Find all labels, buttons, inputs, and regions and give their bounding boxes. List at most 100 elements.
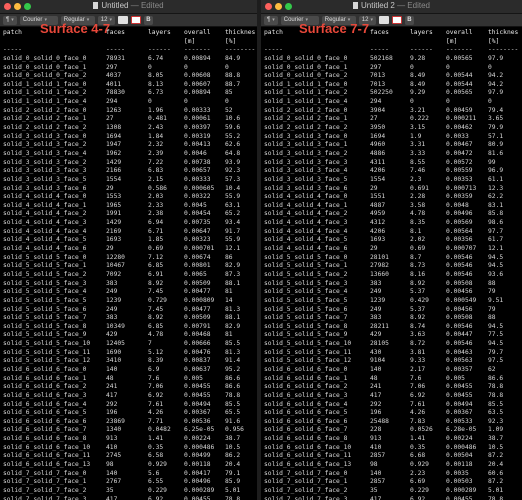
table-row: solid_4_solid_4_face_6 29 0.69 0.000701 12.1: [3, 245, 257, 254]
table-row-cell: 55.2: [225, 132, 241, 140]
table-row-cell: 2.17: [410, 365, 426, 373]
table-units-row-cell: [264, 38, 370, 47]
table-row-cell: solid_2_solid_2_face_1: [264, 115, 348, 123]
table-units-row-cell: [%]: [225, 37, 237, 45]
text-color-swatch[interactable]: [378, 16, 389, 24]
table-row-cell: 6.92: [410, 495, 426, 500]
background-color-swatch[interactable]: [130, 16, 141, 24]
table-row-cell: 0.229: [148, 486, 167, 494]
table-row-cell: 7: [148, 340, 152, 348]
table-row-cell: solid_5_solid_5_face_12: [264, 357, 352, 365]
table-row: solid_3_solid_3_face_4 4206 7.46 0.00559 96.…: [264, 167, 522, 176]
table-row-cell: solid_5_solid_5_face_3: [3, 279, 87, 287]
table-row-cell: 0.00608: [184, 72, 211, 80]
table-row: solid_5_solid_5_face_5 1239 0.429 0.000549 9…: [264, 297, 522, 306]
table-row-cell: 0.00118: [446, 461, 473, 469]
table-row-cell: solid_5_solid_5_face_7: [3, 314, 87, 322]
table-row-cell: 249: [106, 288, 118, 296]
background-color-swatch[interactable]: [391, 16, 402, 24]
table-row-cell: 87.3: [225, 270, 241, 278]
table-row-cell: 86: [225, 253, 233, 261]
table-units-row-cell: [m]: [446, 37, 458, 45]
table-row-cell: 1694: [106, 132, 122, 140]
table-row: solid_0_solid_0_face_2 4037 8.05 0.00608 88.…: [3, 72, 257, 81]
table-row-cell: 35: [370, 486, 378, 494]
table-row-cell: 8.55: [410, 158, 426, 166]
table-row: solid_5_solid_5_face_5 1239 0.729 0.000809 1…: [3, 297, 257, 306]
table-row: solid_5_solid_5_face_10 28105 8.72 0.00546 9…: [264, 340, 522, 349]
table-row-cell: 94.5: [488, 262, 504, 270]
table-row-cell: 88: [488, 279, 496, 287]
table-units-row-cell: [148, 38, 184, 47]
table-row-cell: 94.2: [488, 80, 504, 88]
table-row: solid_0_solid_0_face_0 78931 6.74 0.00894 84…: [3, 55, 257, 64]
table-row-cell: 0.00546: [446, 322, 473, 330]
bold-button[interactable]: B: [143, 15, 153, 25]
table-row-cell: 63.5: [488, 409, 504, 417]
table-row: solid_3_solid_3_face_3 2166 6.83 0.00657 92.…: [3, 167, 257, 176]
table-row-cell: 7.61: [410, 400, 426, 408]
table-row: solid_3_solid_3_face_3 4311 8.55 0.00572 99: [264, 159, 522, 168]
table-row-cell: 12405: [106, 340, 125, 348]
table-row-cell: 6.74: [148, 54, 164, 62]
table-row-cell: 97.9: [488, 54, 504, 62]
table-row-cell: 2.03: [148, 193, 164, 201]
table-row: solid_7_solid_7_face_2 35 0.229 0.000289 5.0…: [3, 487, 257, 496]
table-row-cell: 94.5: [488, 253, 504, 261]
table-row-cell: 0.000605: [184, 184, 215, 192]
table-row-cell: 2169: [106, 227, 122, 235]
table-row-cell: 82.9: [225, 262, 241, 270]
table-row-cell: 0.956: [225, 426, 244, 434]
table-row-cell: 0.000701: [184, 245, 215, 253]
table-row-cell: 0.00468: [184, 331, 211, 339]
table-row-cell: 8.73: [410, 262, 426, 270]
table-row-cell: 88: [488, 314, 496, 322]
table-row-cell: solid_5_solid_5_face_12: [3, 357, 91, 365]
document-text-area[interactable]: patchfaceslayersoverallthickness[m][%]--…: [261, 27, 522, 500]
table-row-cell: 98.6: [488, 219, 504, 227]
table-row-cell: 0.00837: [184, 357, 211, 365]
table-row-cell: 8.92: [148, 314, 164, 322]
table-row-cell: 4312: [370, 219, 386, 227]
table-row-cell: 0.222: [410, 115, 429, 123]
table-row: solid_2_solid_2_face_2 1308 2.43 0.00397 59.…: [3, 124, 257, 133]
paragraph-style-select[interactable]: ¶ ▾: [3, 15, 17, 25]
table-row-cell: 0.0048: [446, 201, 469, 209]
table-row-cell: solid_5_solid_5_face_4: [3, 288, 87, 296]
title-bar[interactable]: Untitled 2 — Edited: [261, 0, 522, 14]
table-row-cell: 4206: [370, 227, 386, 235]
table-row-cell: 91.7: [225, 227, 241, 235]
table-row: solid_4_solid_4_face_3 4312 8.35 0.00569 98.…: [264, 219, 522, 228]
table-row-cell: 4.78: [148, 331, 164, 339]
table-row: solid_4_solid_4_face_6 29 0.69 0.000707 12.1: [264, 245, 522, 254]
chevron-down-icon: ▾: [11, 16, 14, 23]
table-row-cell: solid_6_solid_6_face_2: [3, 383, 87, 391]
title-bar[interactable]: Untitled — Edited: [0, 0, 257, 14]
table-row-cell: 62.2: [488, 193, 504, 201]
document-text-area[interactable]: patchfaceslayersoverallthickness[m][%]--…: [0, 27, 257, 500]
bold-button[interactable]: B: [404, 15, 414, 25]
table-row-cell: 86.6: [225, 374, 241, 382]
table-row-cell: solid_3_solid_3_face_2: [264, 149, 348, 157]
table-row-cell: solid_6_solid_6_face_13: [264, 461, 352, 469]
table-row-cell: 0.000289: [446, 486, 477, 494]
table-row-cell: 2745: [106, 452, 122, 460]
table-row-cell: 0.00319: [184, 132, 211, 140]
table-row-cell: solid_4_solid_4_face_4: [264, 227, 348, 235]
table-row-cell: 82.9: [225, 322, 241, 330]
table-row-cell: 0.00509: [184, 279, 211, 287]
table-row-cell: solid_2_solid_2_face_2: [264, 124, 348, 132]
table-row: solid_5_solid_5_face_11 1690 5.12 0.00476 81…: [3, 349, 257, 358]
table-row: solid_3_solid_3_face_1 4960 3.31 0.00467 80.…: [264, 141, 522, 150]
table-row-cell: 61.1: [488, 175, 504, 183]
table-row-cell: 0.00544: [446, 72, 473, 80]
table-row-cell: 97.5: [488, 357, 504, 365]
table-row: solid_6_solid_6_face_10 410 0.35 0.000486 10…: [3, 444, 257, 453]
table-row-cell: solid_3_solid_3_face_6: [3, 184, 87, 192]
table-separator-row-cell: -----: [3, 46, 22, 54]
table-row: solid_5_solid_5_face_1 27982 8.73 0.00546 94…: [264, 262, 522, 271]
table-row-cell: solid_6_solid_6_face_11: [264, 452, 352, 460]
paragraph-style-select[interactable]: ¶ ▾: [264, 15, 278, 25]
table-row-cell: solid_5_solid_5_face_11: [264, 348, 352, 356]
text-color-swatch[interactable]: [117, 16, 128, 24]
